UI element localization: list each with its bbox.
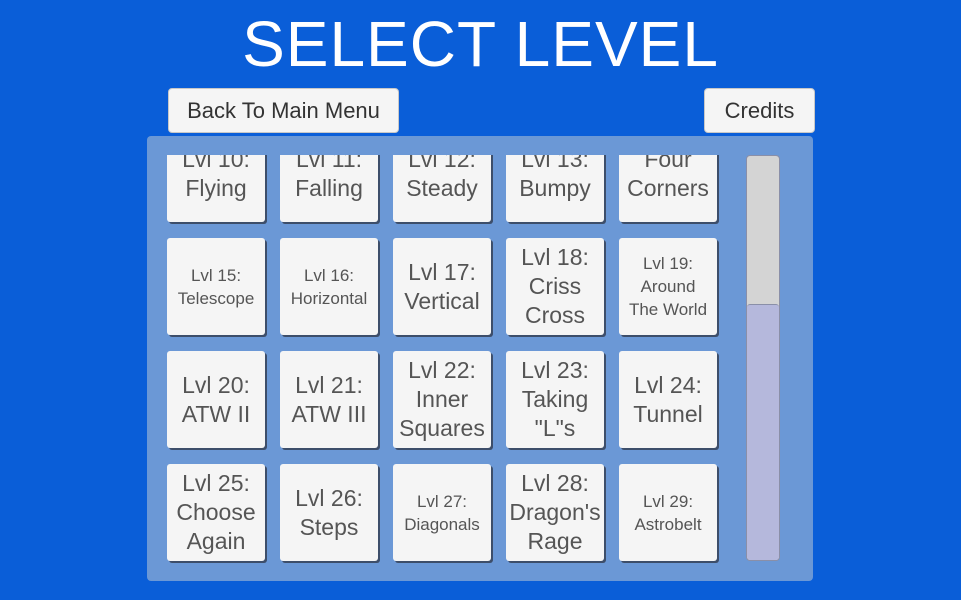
level-button[interactable]: Lvl 27: Diagonals — [393, 464, 491, 561]
level-button[interactable]: Lvl 21: ATW III — [280, 351, 378, 448]
level-button[interactable]: Lvl 28: Dragon's Rage — [506, 464, 604, 561]
level-button[interactable]: Lvl 19: Around The World — [619, 238, 717, 335]
scrollbar-handle[interactable] — [747, 304, 779, 560]
level-button[interactable]: Lvl 26: Steps — [280, 464, 378, 561]
level-button[interactable]: Lvl 23: Taking "L"s — [506, 351, 604, 448]
level-grid: Lvl 10: Flying Lvl 11: Falling Lvl 12: Ste… — [167, 155, 717, 561]
credits-button[interactable]: Credits — [704, 88, 815, 133]
level-button[interactable]: Lvl 13: Bumpy — [506, 155, 604, 222]
level-button[interactable]: Four Corners — [619, 155, 717, 222]
vertical-scrollbar[interactable] — [746, 155, 780, 561]
back-to-main-menu-button[interactable]: Back To Main Menu — [168, 88, 399, 133]
level-button[interactable]: Lvl 22: Inner Squares — [393, 351, 491, 448]
level-button[interactable]: Lvl 17: Vertical — [393, 238, 491, 335]
level-button[interactable]: Lvl 24: Tunnel — [619, 351, 717, 448]
level-button[interactable]: Lvl 11: Falling — [280, 155, 378, 222]
level-button[interactable]: Lvl 20: ATW II — [167, 351, 265, 448]
level-button[interactable]: Lvl 12: Steady — [393, 155, 491, 222]
level-scroll-view[interactable]: Lvl 10: Flying Lvl 11: Falling Lvl 12: Ste… — [147, 155, 737, 575]
level-button[interactable]: Lvl 10: Flying — [167, 155, 265, 222]
level-button[interactable]: Lvl 15: Telescope — [167, 238, 265, 335]
level-button[interactable]: Lvl 29: Astrobelt — [619, 464, 717, 561]
level-button[interactable]: Lvl 16: Horizontal — [280, 238, 378, 335]
page-title: SELECT LEVEL — [242, 8, 719, 80]
level-button[interactable]: Lvl 18: Criss Cross — [506, 238, 604, 335]
level-button[interactable]: Lvl 25: Choose Again — [167, 464, 265, 561]
